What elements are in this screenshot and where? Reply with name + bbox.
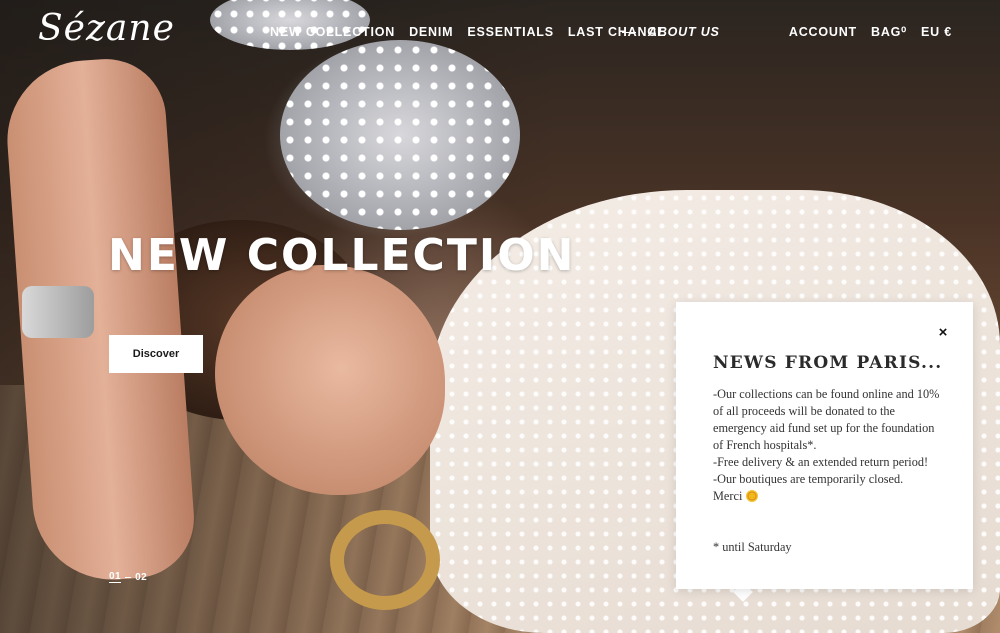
- nav-region-currency[interactable]: EU €: [921, 22, 952, 42]
- pager-separator: [125, 576, 132, 578]
- popup-line-merci: Merci: [713, 488, 945, 505]
- popup-line: -Our boutiques are temporarily closed.: [713, 472, 904, 486]
- close-icon[interactable]: ×: [936, 325, 950, 340]
- pager-current[interactable]: 01: [109, 571, 122, 583]
- nav-denim[interactable]: DENIM: [409, 22, 453, 42]
- popup-footnote: * until Saturday: [713, 540, 792, 554]
- hero-flowers: [280, 40, 520, 230]
- main-nav: NEW COLLECTION DENIM ESSENTIALS LAST CHA…: [270, 22, 666, 42]
- popup-line: -Our collections can be found online and…: [713, 387, 940, 452]
- nav-about-us[interactable]: ABOUT US: [648, 22, 720, 42]
- popup-title: NEWS FROM PARIS...: [713, 353, 943, 373]
- news-popup: × NEWS FROM PARIS... -Our collections ca…: [676, 302, 973, 589]
- slide-pager: 01 02: [109, 571, 147, 583]
- brand-logo[interactable]: Sézane: [38, 8, 218, 50]
- popup-line: -Free delivery & an extended return peri…: [713, 455, 929, 469]
- merci-text: Merci: [713, 489, 743, 503]
- hero-title: NEW COLLECTION: [108, 230, 576, 281]
- nav-essentials[interactable]: ESSENTIALS: [467, 22, 554, 42]
- nav-account[interactable]: ACCOUNT: [789, 22, 857, 42]
- sun-icon: [746, 490, 759, 502]
- discover-button[interactable]: Discover: [109, 335, 203, 373]
- about-us-group: ABOUT US: [622, 22, 720, 42]
- hero-banner: Sézane NEW COLLECTION DENIM ESSENTIALS L…: [0, 0, 1000, 633]
- account-nav: ACCOUNT BAG⁰ EU €: [789, 22, 952, 42]
- hero-gold-bracelet: [330, 510, 440, 610]
- pager-next[interactable]: 02: [135, 572, 147, 583]
- nav-bag[interactable]: BAG⁰: [871, 22, 907, 42]
- about-dash-divider: [622, 31, 636, 33]
- popup-body: -Our collections can be found online and…: [713, 386, 945, 505]
- hero-cuff-bracelet: [22, 286, 94, 338]
- nav-new-collection[interactable]: NEW COLLECTION: [270, 22, 395, 42]
